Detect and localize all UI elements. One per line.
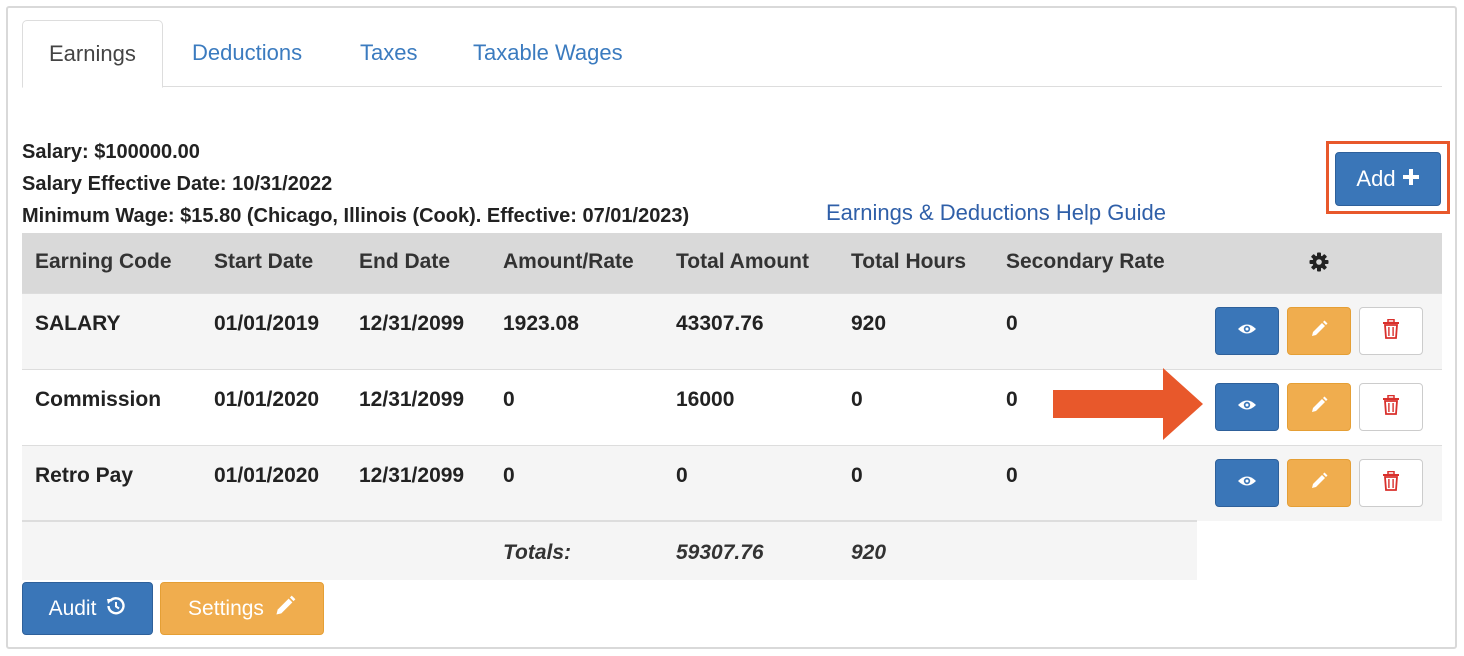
totals-row: Totals: 59307.76 920 — [22, 520, 1197, 580]
table-row: Retro Pay 01/01/2020 12/31/2099 0 0 0 0 — [22, 445, 1442, 521]
earning-code-cell: SALARY — [35, 312, 121, 335]
totals-hours: 920 — [851, 541, 887, 564]
view-button[interactable] — [1215, 307, 1279, 355]
tab-taxes[interactable]: Taxes — [334, 20, 443, 87]
view-button[interactable] — [1215, 383, 1279, 431]
column-header-total-amount[interactable]: Total Amount — [676, 233, 809, 293]
eye-icon — [1237, 322, 1257, 341]
trash-icon — [1383, 470, 1399, 496]
end-date-cell: 12/31/2099 — [359, 388, 465, 411]
column-header-secondary-rate[interactable]: Secondary Rate — [1006, 233, 1165, 293]
amount-rate-cell: 0 — [503, 464, 515, 487]
add-button[interactable]: Add — [1335, 152, 1441, 206]
settings-button[interactable]: Settings — [160, 582, 324, 635]
add-button-label: Add — [1356, 166, 1396, 191]
eye-icon — [1237, 474, 1257, 493]
earnings-table-header: Earning Code Start Date End Date Amount/… — [22, 233, 1442, 293]
trash-icon — [1383, 318, 1399, 344]
plus-icon — [1402, 166, 1420, 192]
column-header-earning-code[interactable]: Earning Code — [35, 233, 172, 293]
history-icon — [106, 596, 126, 622]
help-guide-link[interactable]: Earnings & Deductions Help Guide — [826, 200, 1166, 226]
start-date-cell: 01/01/2020 — [214, 388, 320, 411]
pencil-icon — [1310, 320, 1328, 343]
annotation-arrow-icon — [1053, 368, 1203, 445]
start-date-cell: 01/01/2019 — [214, 312, 320, 335]
tab-taxable-wages[interactable]: Taxable Wages — [447, 20, 649, 87]
table-row: Commission 01/01/2020 12/31/2099 0 16000… — [22, 369, 1442, 445]
tab-bar: Earnings Deductions Taxes Taxable Wages — [22, 20, 1442, 88]
start-date-cell: 01/01/2020 — [214, 464, 320, 487]
eye-icon — [1237, 398, 1257, 417]
end-date-cell: 12/31/2099 — [359, 312, 465, 335]
secondary-rate-cell: 0 — [1006, 388, 1018, 411]
secondary-rate-cell: 0 — [1006, 464, 1018, 487]
pencil-icon — [1310, 472, 1328, 495]
total-hours-cell: 0 — [851, 388, 863, 411]
delete-button[interactable] — [1359, 383, 1423, 431]
tab-earnings[interactable]: Earnings — [22, 20, 163, 88]
delete-button[interactable] — [1359, 307, 1423, 355]
column-header-end-date[interactable]: End Date — [359, 233, 450, 293]
total-amount-cell: 43307.76 — [676, 312, 764, 335]
column-header-amount-rate[interactable]: Amount/Rate — [503, 233, 634, 293]
amount-rate-cell: 1923.08 — [503, 312, 579, 335]
column-header-total-hours[interactable]: Total Hours — [851, 233, 966, 293]
amount-rate-cell: 0 — [503, 388, 515, 411]
tab-deductions[interactable]: Deductions — [166, 20, 328, 87]
settings-button-label: Settings — [188, 596, 264, 620]
delete-button[interactable] — [1359, 459, 1423, 507]
edit-button[interactable] — [1287, 307, 1351, 355]
pencil-icon — [1310, 396, 1328, 419]
total-amount-cell: 0 — [676, 464, 688, 487]
pencil-icon — [274, 595, 296, 623]
audit-button-label: Audit — [48, 596, 97, 620]
minimum-wage-text: Minimum Wage: $15.80 (Chicago, Illinois … — [22, 205, 690, 227]
gear-icon[interactable] — [1309, 252, 1329, 277]
edit-button[interactable] — [1287, 383, 1351, 431]
secondary-rate-cell: 0 — [1006, 312, 1018, 335]
table-row: SALARY 01/01/2019 12/31/2099 1923.08 433… — [22, 293, 1442, 369]
salary-text: Salary: $100000.00 — [22, 141, 200, 163]
totals-amount: 59307.76 — [676, 541, 764, 564]
totals-label: Totals: — [503, 541, 572, 564]
total-hours-cell: 920 — [851, 312, 887, 335]
end-date-cell: 12/31/2099 — [359, 464, 465, 487]
salary-effective-date: Salary Effective Date: 10/31/2022 — [22, 173, 333, 195]
trash-icon — [1383, 394, 1399, 420]
audit-button[interactable]: Audit — [22, 582, 153, 635]
earning-code-cell: Retro Pay — [35, 464, 134, 487]
column-header-start-date[interactable]: Start Date — [214, 233, 313, 293]
edit-button[interactable] — [1287, 459, 1351, 507]
earning-code-cell: Commission — [35, 388, 162, 411]
view-button[interactable] — [1215, 459, 1279, 507]
total-hours-cell: 0 — [851, 464, 863, 487]
total-amount-cell: 16000 — [676, 388, 735, 411]
